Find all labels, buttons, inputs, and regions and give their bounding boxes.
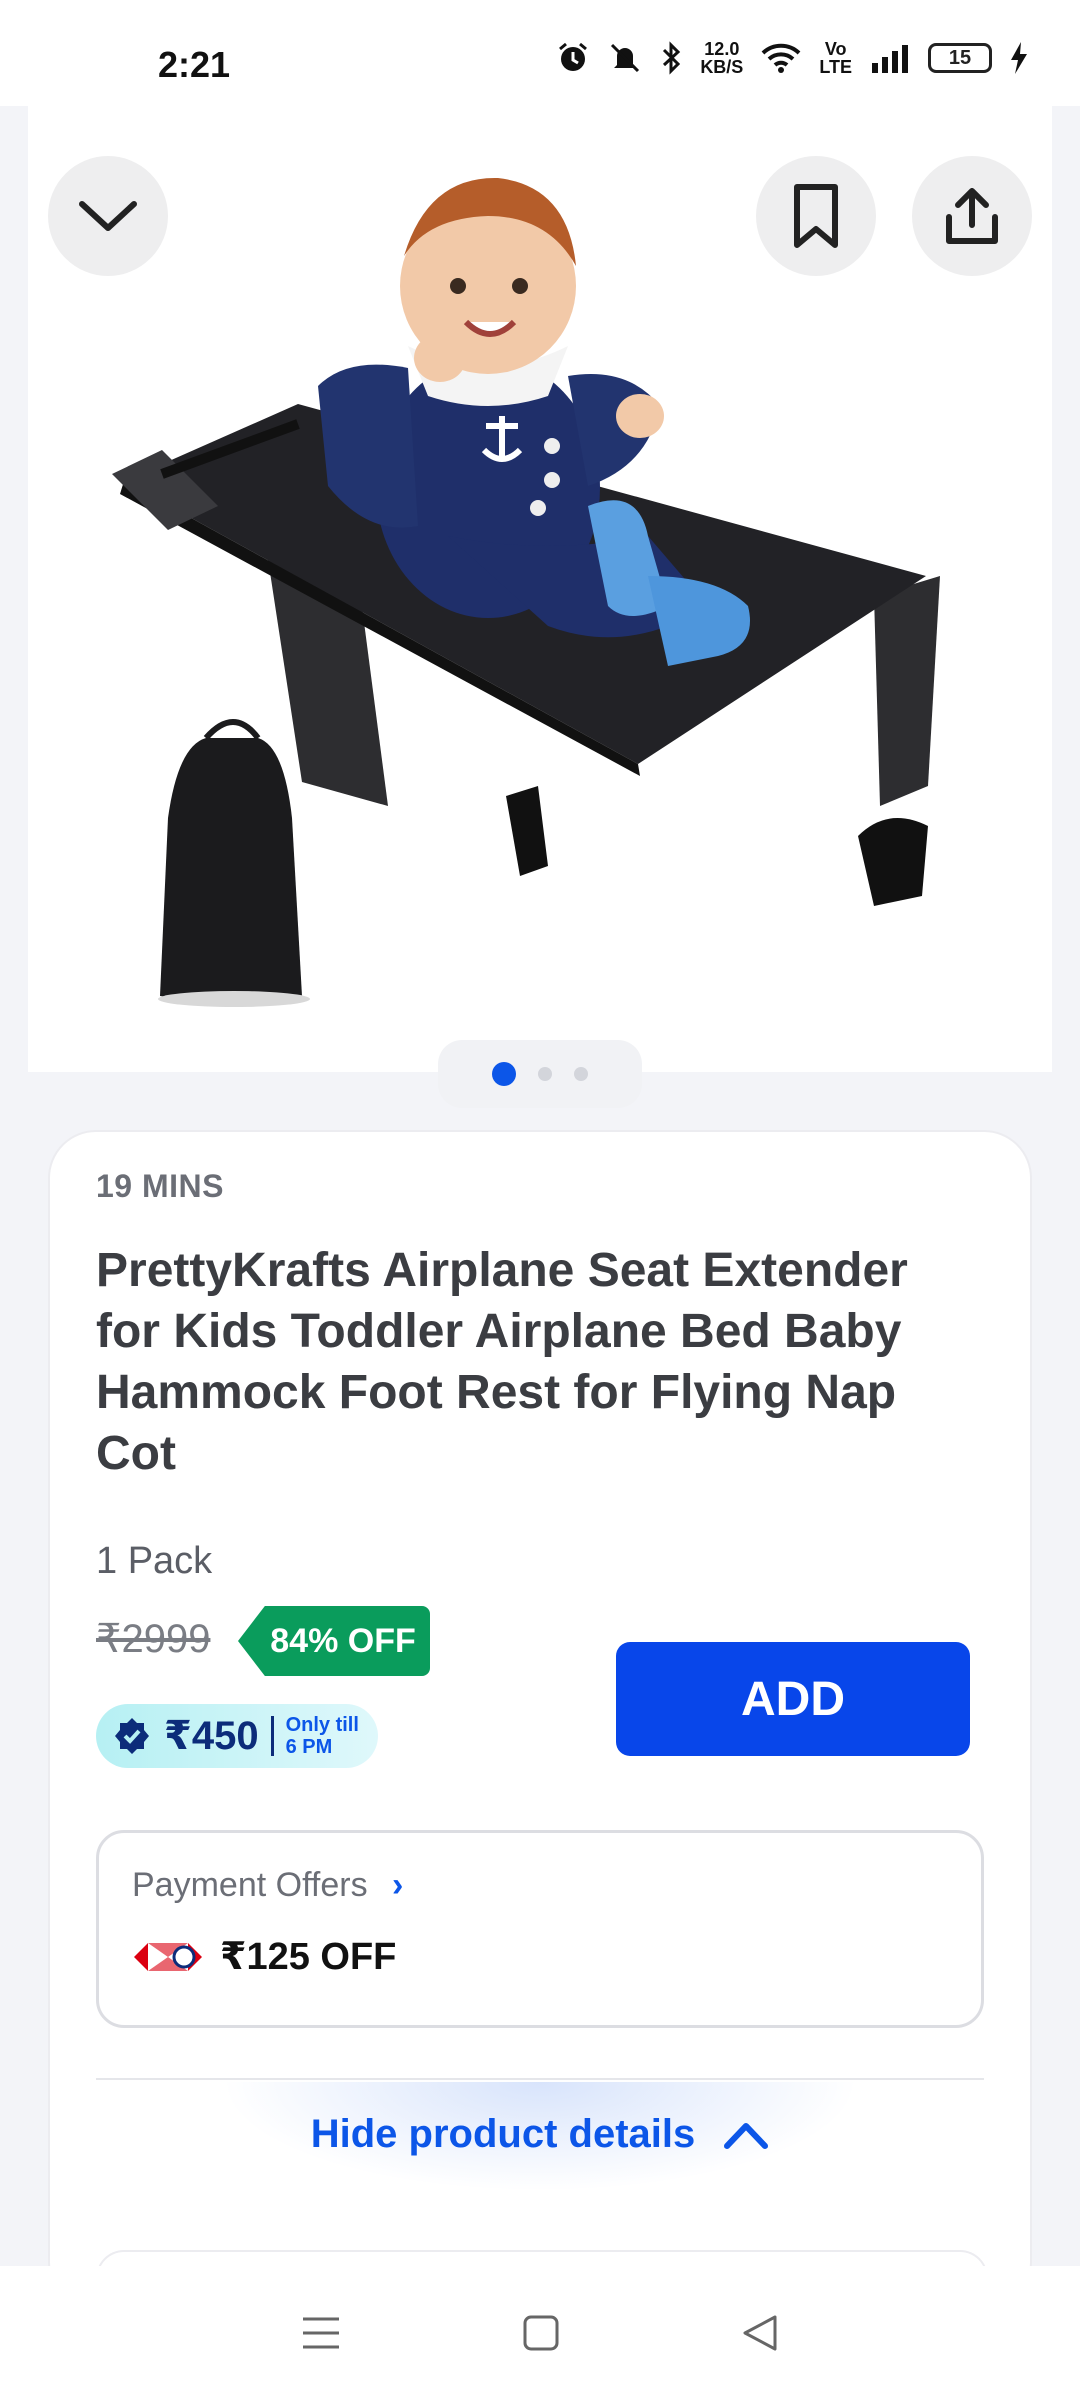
hide-details-label[interactable]: Hide product details [311, 2112, 696, 2157]
signal-icon [872, 45, 908, 73]
net-speed-unit: KB/S [700, 57, 744, 77]
payment-offer-value: ₹125 OFF [220, 1936, 397, 1978]
price-note-line1: Only till [285, 1714, 359, 1736]
battery-icon: 15 [928, 43, 992, 73]
status-icons: 12.0 KB/S Vo LTE 15 [556, 40, 1028, 76]
net-speed-value: 12.0 [704, 39, 740, 59]
menu-icon[interactable] [301, 2315, 341, 2351]
chevron-down-icon [79, 201, 137, 231]
payment-offers-heading[interactable]: Payment Offers [132, 1866, 368, 1905]
price-deadline: Only till 6 PM [286, 1714, 359, 1758]
share-button[interactable] [912, 156, 1032, 276]
section-divider [96, 2078, 984, 2080]
bank-logo-icon [134, 1942, 202, 1971]
payment-offer-item[interactable]: ₹125 OFF [132, 1934, 396, 1979]
payment-offers-box[interactable] [96, 1830, 984, 2028]
image-pagination [438, 1040, 642, 1108]
product-image[interactable] [28, 106, 1052, 1072]
add-to-cart-button[interactable]: ADD [616, 1642, 970, 1756]
wifi-icon [761, 43, 801, 73]
charging-icon [1011, 42, 1027, 74]
price-note-line2: 6 PM [285, 1736, 333, 1758]
bookmark-icon [794, 184, 838, 248]
mrp-price: ₹2999 [96, 1617, 211, 1661]
bookmark-button[interactable] [756, 156, 876, 276]
pagination-dot[interactable] [538, 1067, 552, 1081]
price-separator [270, 1716, 274, 1756]
system-nav-bar [0, 2266, 1080, 2400]
volte-indicator: Vo LTE [819, 40, 852, 76]
volte-top: Vo [824, 39, 847, 59]
home-icon[interactable] [522, 2314, 560, 2352]
share-icon [946, 188, 998, 244]
alarm-icon [559, 42, 588, 71]
chevron-up-icon[interactable] [723, 2120, 769, 2150]
selling-price: ₹450 [164, 1714, 259, 1758]
status-time: 2:21 [158, 44, 231, 85]
mute-icon [611, 43, 640, 73]
discount-badge: 84% OFF [238, 1606, 430, 1676]
pagination-dot[interactable] [574, 1067, 588, 1081]
delivery-eta: 19 MINS [96, 1168, 224, 1204]
pack-size: 1 Pack [96, 1540, 213, 1582]
product-title: PrettyKrafts Airplane Seat Extender for … [96, 1244, 908, 1480]
bluetooth-icon [663, 41, 681, 75]
price-badge: ₹450 Only till 6 PM [96, 1704, 378, 1768]
net-speed: 12.0 KB/S [700, 40, 743, 76]
pagination-dot-active[interactable] [492, 1062, 516, 1086]
product-illustration [112, 177, 940, 1007]
chevron-right-icon[interactable]: › [392, 1866, 403, 1905]
member-badge-icon [115, 1718, 149, 1754]
hide-details-toggle[interactable]: Hide product details [0, 2112, 1080, 2157]
volte-bottom: LTE [819, 57, 852, 77]
back-icon[interactable] [741, 2313, 779, 2353]
collapse-button[interactable] [48, 156, 168, 276]
